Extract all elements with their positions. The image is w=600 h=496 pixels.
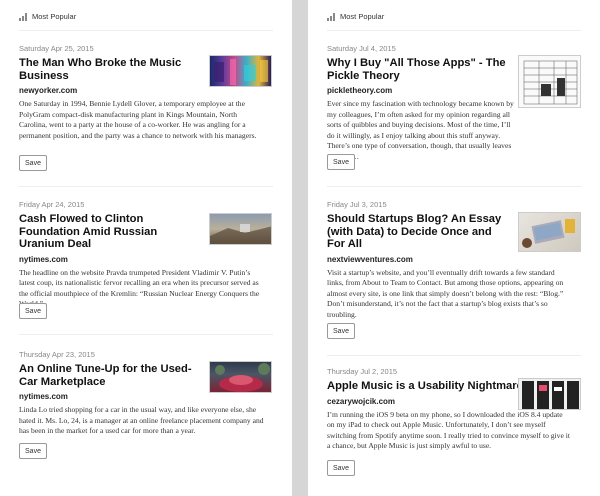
article-title[interactable]: Cash Flowed to Clinton Foundation Amid R… xyxy=(19,213,199,251)
article-source[interactable]: nextviewventures.com xyxy=(327,255,581,264)
landscape-image-icon xyxy=(210,224,271,244)
article-source[interactable]: nytimes.com xyxy=(19,392,273,401)
article-date: Thursday Jul 2, 2015 xyxy=(327,367,398,376)
save-button[interactable]: Save xyxy=(327,154,355,170)
header-label: Most Popular xyxy=(32,12,77,21)
left-panel: Most Popular Saturday Apr 25, 2015 The M… xyxy=(0,0,292,496)
article-source[interactable]: nytimes.com xyxy=(19,255,273,264)
article-date: Friday Apr 24, 2015 xyxy=(19,200,85,209)
save-button[interactable]: Save xyxy=(19,155,47,171)
article-thumbnail[interactable] xyxy=(209,55,272,87)
save-button[interactable]: Save xyxy=(19,303,47,319)
article-divider xyxy=(19,186,273,187)
article-excerpt: Visit a startup’s website, and you’ll ev… xyxy=(327,267,564,319)
article-excerpt: Ever since my fascination with technolog… xyxy=(327,99,514,161)
save-button[interactable]: Save xyxy=(327,460,355,476)
article-date: Thursday Apr 23, 2015 xyxy=(19,350,95,359)
article-excerpt: The headline on the website Pravda trump… xyxy=(19,267,260,309)
article-title[interactable]: An Online Tune-Up for the Used-Car Marke… xyxy=(19,363,199,388)
article-divider xyxy=(19,334,273,335)
header-label: Most Popular xyxy=(340,12,385,21)
article-thumbnail[interactable] xyxy=(518,212,581,252)
article-date: Saturday Apr 25, 2015 xyxy=(19,44,94,53)
article-divider xyxy=(327,355,581,356)
article-source[interactable]: newyorker.com xyxy=(19,86,273,95)
article-thumbnail[interactable] xyxy=(209,361,272,393)
header-divider xyxy=(327,30,581,31)
article-excerpt: I’m running the iOS 9 beta on my phone, … xyxy=(327,409,570,451)
right-panel: Most Popular Saturday Jul 4, 2015 Why I … xyxy=(308,0,600,496)
most-popular-header: Most Popular xyxy=(327,12,384,21)
laptop-image-icon xyxy=(522,219,575,248)
save-button[interactable]: Save xyxy=(327,323,355,339)
bar-chart-icon xyxy=(19,12,27,21)
article-thumbnail[interactable] xyxy=(518,55,581,108)
article-thumbnail[interactable] xyxy=(518,378,581,410)
article-divider xyxy=(327,186,581,187)
music-image-icon xyxy=(214,59,268,85)
article-title[interactable]: Apple Music is a Usability Nightmare xyxy=(327,380,527,393)
car-image-icon xyxy=(215,363,270,392)
article-title[interactable]: Why I Buy "All Those Apps" - The Pickle … xyxy=(327,57,507,82)
article-title[interactable]: The Man Who Broke the Music Business xyxy=(19,57,199,82)
header-divider xyxy=(19,30,273,31)
most-popular-header: Most Popular xyxy=(19,12,76,21)
article-date: Saturday Jul 4, 2015 xyxy=(327,44,396,53)
article-excerpt: One Saturday in 1994, Bennie Lydell Glov… xyxy=(19,99,257,140)
table-image-icon xyxy=(523,60,578,105)
save-button[interactable]: Save xyxy=(19,443,47,459)
article-thumbnail[interactable] xyxy=(209,213,272,245)
article-excerpt: Linda Lo tried shopping for a car in the… xyxy=(19,405,264,435)
article-title[interactable]: Should Startups Blog? An Essay (with Dat… xyxy=(327,213,512,251)
article-date: Friday Jul 3, 2015 xyxy=(327,200,387,209)
bar-chart-icon xyxy=(327,12,335,21)
phone-screens-image-icon xyxy=(522,381,579,409)
